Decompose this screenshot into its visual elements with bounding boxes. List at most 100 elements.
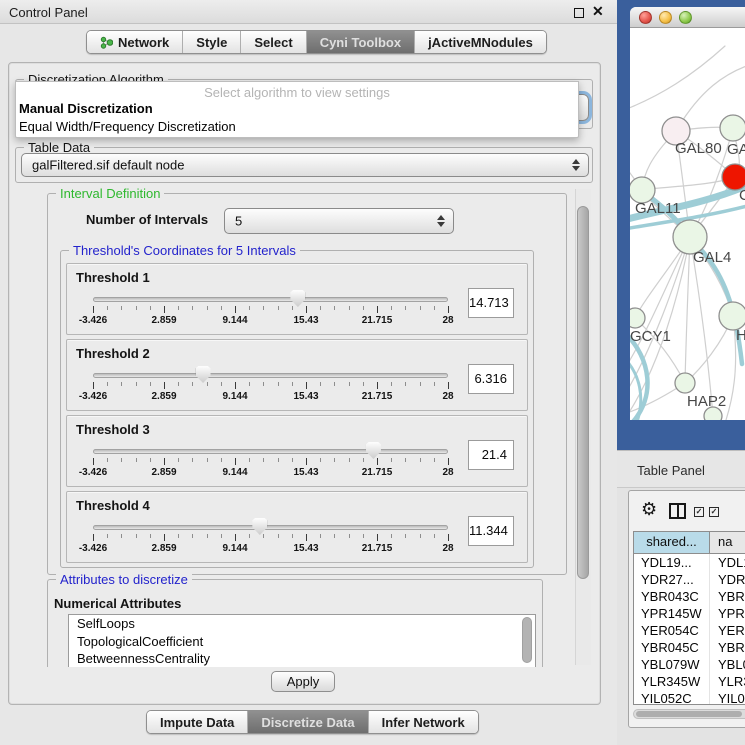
network-node-gcy1[interactable] [630,308,645,328]
table-row[interactable]: YDR27...YDR2 [634,571,745,588]
number-of-intervals-combobox[interactable]: 5 [224,208,454,234]
slider-thumb[interactable] [196,366,211,383]
cell-name: YLR3 [710,673,745,690]
network-node[interactable] [704,407,722,420]
threshold-value-field[interactable]: 11.344 [468,516,514,546]
cell-shared-name: YBR045C [634,639,710,656]
slider-ticks [93,534,448,542]
close-traffic-light-icon[interactable] [639,11,652,24]
cell-name: YDR2 [710,571,745,588]
tab-label: Impute Data [160,715,234,730]
slider-track[interactable] [93,449,448,454]
table-row[interactable]: YDL19...YDL1 [634,554,745,571]
network-window-titlebar [630,7,745,28]
main-scrollbar-thumb[interactable] [577,206,589,579]
threshold-value-field[interactable]: 21.4 [468,440,514,470]
zoom-traffic-light-icon[interactable] [679,11,692,24]
gray-edge[interactable] [630,46,725,110]
table-row[interactable]: YER054CYER0 [634,622,745,639]
tab-select[interactable]: Select [241,31,306,53]
attribute-list-item[interactable]: SelfLoops [69,615,535,633]
network-node-hap2[interactable] [675,373,695,393]
gray-edge[interactable] [726,316,736,420]
numerical-attributes-label: Numerical Attributes [54,596,181,611]
table-panel-body: ⚙ ✓ ✓ shared... na YDL19...YDL1YDR27...Y… [628,490,745,728]
cell-name: YPR1 [710,605,745,622]
table-row[interactable]: YBR043CYBR0 [634,588,745,605]
table-row[interactable]: YBL079WYBL0 [634,656,745,673]
slider-tick-labels: -3.4262.8599.14415.4321.71528 [93,315,448,327]
attribute-list-item[interactable]: BetweennessCentrality [69,650,535,667]
cell-shared-name: YIL052C [634,690,710,704]
minimize-traffic-light-icon[interactable] [659,11,672,24]
apply-button[interactable]: Apply [271,671,335,692]
node-label: GAL4 [693,249,731,266]
slider-tick-labels: -3.4262.8599.14415.4321.71528 [93,467,448,479]
column-layout-icon[interactable] [669,503,686,519]
attributes-group-label: Attributes to discretize [56,572,192,587]
algorithm-dropdown-popup: Select algorithm to view settings Manual… [15,81,579,138]
tab-label: Style [196,35,227,50]
tab-jactivemnodules[interactable]: jActiveMNodules [415,31,546,53]
network-node-h[interactable] [719,302,745,330]
table-data-combobox[interactable]: galFiltered.sif default node [21,153,589,177]
slider-track[interactable] [93,297,448,302]
gray-edge[interactable] [642,177,735,190]
cell-name: YER0 [710,622,745,639]
slider-ticks [93,382,448,390]
column-header-shared-name[interactable]: shared... [634,532,710,554]
table-panel-title: Table Panel [637,463,705,478]
settings-scroll-viewport: Interval Definition Number of Intervals … [15,187,595,667]
dropdown-option-equal-width[interactable]: Equal Width/Frequency Discretization [16,118,578,136]
close-icon[interactable]: ✕ [592,3,604,20]
thresholds-group-label: Threshold's Coordinates for 5 Intervals [69,243,300,258]
threshold-value-field[interactable]: 6.316 [468,364,514,394]
cell-name: YBR0 [710,639,745,656]
checkbox-icon[interactable]: ✓ [694,507,704,517]
slider-thumb[interactable] [252,518,267,535]
tab-label: Discretize Data [261,715,354,730]
slider-track[interactable] [93,525,448,530]
attribute-list-item[interactable]: TopologicalCoefficient [69,633,535,651]
table-row[interactable]: YBR045CYBR0 [634,639,745,656]
cell-shared-name: YPR145W [634,605,710,622]
table-row[interactable]: YIL052CYIL0 [634,690,745,704]
table-header-row: shared... na [634,532,745,554]
threshold-label: Threshold 2 [76,346,150,361]
cell-shared-name: YLR345W [634,673,710,690]
network-canvas-svg[interactable]: GAL80GACGAL11GAL4GCY1HHAP2 [630,28,745,420]
float-window-icon[interactable] [574,8,584,18]
gear-icon[interactable]: ⚙ [641,499,657,520]
dropdown-option-manual[interactable]: Manual Discretization [16,100,578,118]
tab-discretize-data[interactable]: Discretize Data [248,711,368,733]
tab-network[interactable]: Network [87,31,183,53]
slider-thumb[interactable] [366,442,381,459]
table-rows: YDL19...YDL1YDR27...YDR2YBR043CYBR0YPR14… [634,554,745,704]
numerical-attributes-list[interactable]: SelfLoopsTopologicalCoefficientBetweenne… [68,614,536,667]
node-label: H [736,327,745,344]
cell-shared-name: YDL19... [634,554,710,571]
table-row[interactable]: YPR145WYPR1 [634,605,745,622]
column-header-name[interactable]: na [710,532,745,554]
table-hscrollbar-track[interactable] [633,709,745,719]
tab-style[interactable]: Style [183,31,241,53]
slider-thumb[interactable] [290,290,305,307]
list-scrollbar-thumb[interactable] [522,617,532,663]
tab-label: Cyni Toolbox [320,35,401,50]
network-node-ga[interactable] [720,115,745,141]
table-hscrollbar-thumb[interactable] [636,711,742,717]
tab-label: Infer Network [382,715,465,730]
table-row[interactable]: YLR345WYLR3 [634,673,745,690]
slider-track[interactable] [93,373,448,378]
threshold-panel: Threshold 3-3.4262.8599.14415.4321.71528… [66,415,528,487]
cell-shared-name: YER054C [634,622,710,639]
checkbox-icon[interactable]: ✓ [709,507,719,517]
network-window: GAL80GACGAL11GAL4GCY1HHAP2 [630,7,745,420]
tab-impute-data[interactable]: Impute Data [147,711,248,733]
tab-infer-network[interactable]: Infer Network [369,711,478,733]
bottom-tab-bar: Impute Data Discretize Data Infer Network [146,710,479,734]
attributes-group: Attributes to discretize Numerical Attri… [47,579,543,667]
tab-cyni-toolbox[interactable]: Cyni Toolbox [307,31,415,53]
dropdown-prompt: Select algorithm to view settings [16,82,578,100]
threshold-value-field[interactable]: 14.713 [468,288,514,318]
